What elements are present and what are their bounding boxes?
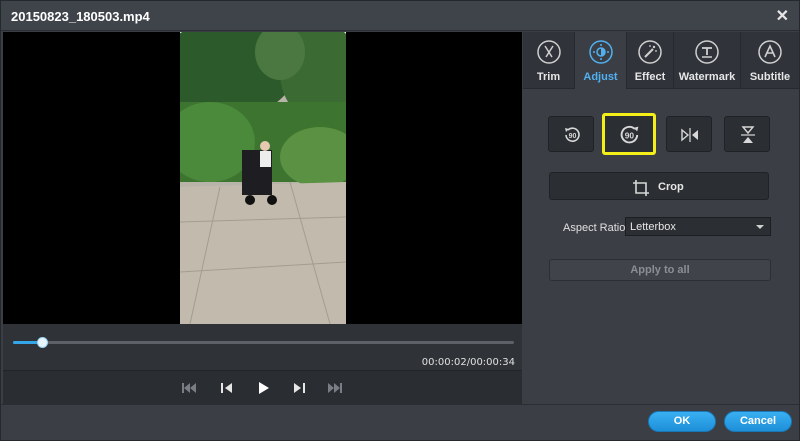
play-icon[interactable] — [253, 378, 273, 398]
flip-vertical-icon — [741, 126, 755, 143]
rotate-left-label: 90 — [569, 133, 577, 140]
aspect-ratio-value: Letterbox — [630, 221, 676, 233]
edit-side-panel: Trim Adjust Effect Watermark Subtitle 90… — [523, 32, 799, 404]
cancel-button[interactable]: Cancel — [724, 411, 792, 432]
title-bar: 20150823_180503.mp4 ✕ — [1, 1, 799, 31]
watermark-icon — [695, 40, 719, 64]
aspect-ratio-label: Aspect Ratio: — [563, 222, 629, 234]
cancel-label: Cancel — [739, 415, 777, 427]
close-icon[interactable]: ✕ — [776, 6, 789, 26]
tab-watermark[interactable]: Watermark — [674, 32, 741, 89]
tab-adjust[interactable]: Adjust — [575, 32, 627, 89]
timecode: 00:00:02/00:00:34 — [421, 357, 515, 368]
video-frame-image — [180, 32, 346, 324]
playback-controls — [3, 370, 522, 404]
next-frame-icon[interactable] — [289, 378, 309, 398]
rotate-right-button[interactable]: 90 — [602, 113, 656, 155]
skip-to-end-icon[interactable] — [325, 378, 345, 398]
video-preview — [3, 32, 522, 324]
skip-to-start-icon[interactable] — [179, 378, 199, 398]
previous-frame-icon[interactable] — [217, 378, 237, 398]
rotate-left-button[interactable]: 90 — [548, 116, 594, 152]
magic-wand-icon — [638, 40, 662, 64]
seek-bar[interactable] — [13, 337, 514, 348]
rotate-right-label: 90 — [625, 131, 635, 141]
flip-horizontal-button[interactable] — [666, 116, 712, 152]
scissors-icon — [536, 40, 561, 64]
chevron-down-icon — [756, 225, 764, 229]
crop-button[interactable]: Crop — [549, 172, 769, 200]
rotate-left-icon: 90 — [565, 127, 580, 142]
video-frame — [180, 32, 346, 324]
subtitle-icon — [758, 40, 782, 64]
apply-to-all-label: Apply to all — [630, 264, 690, 276]
tab-subtitle[interactable]: Subtitle — [741, 32, 799, 89]
tab-subtitle-label: Subtitle — [749, 71, 791, 83]
edit-tabs: Trim Adjust Effect Watermark Subtitle — [523, 32, 799, 89]
tab-adjust-label: Adjust — [583, 71, 618, 83]
flip-horizontal-icon — [681, 128, 698, 142]
tab-trim-label: Trim — [536, 71, 561, 83]
dialog-footer: OK Cancel — [1, 404, 799, 440]
tab-effect-label: Effect — [634, 71, 666, 83]
apply-to-all-button[interactable]: Apply to all — [549, 259, 771, 281]
tab-trim[interactable]: Trim — [523, 32, 575, 89]
crop-label: Crop — [658, 181, 684, 193]
flip-vertical-button[interactable] — [724, 116, 770, 152]
brightness-icon — [588, 40, 613, 64]
seek-thumb[interactable] — [37, 337, 49, 348]
ok-label: OK — [673, 415, 691, 427]
tab-effect[interactable]: Effect — [627, 32, 674, 89]
crop-icon — [633, 180, 649, 196]
window-title: 20150823_180503.mp4 — [11, 9, 150, 24]
tab-watermark-label: Watermark — [678, 71, 736, 83]
timeline: 00:00:02/00:00:34 — [3, 324, 522, 370]
aspect-ratio-select[interactable]: Letterbox — [625, 217, 771, 236]
video-edit-dialog: 20150823_180503.mp4 ✕ 00:00:02/00:00:34 … — [0, 0, 800, 441]
rotate-right-icon: 90 — [620, 125, 639, 144]
ok-button[interactable]: OK — [648, 411, 716, 432]
